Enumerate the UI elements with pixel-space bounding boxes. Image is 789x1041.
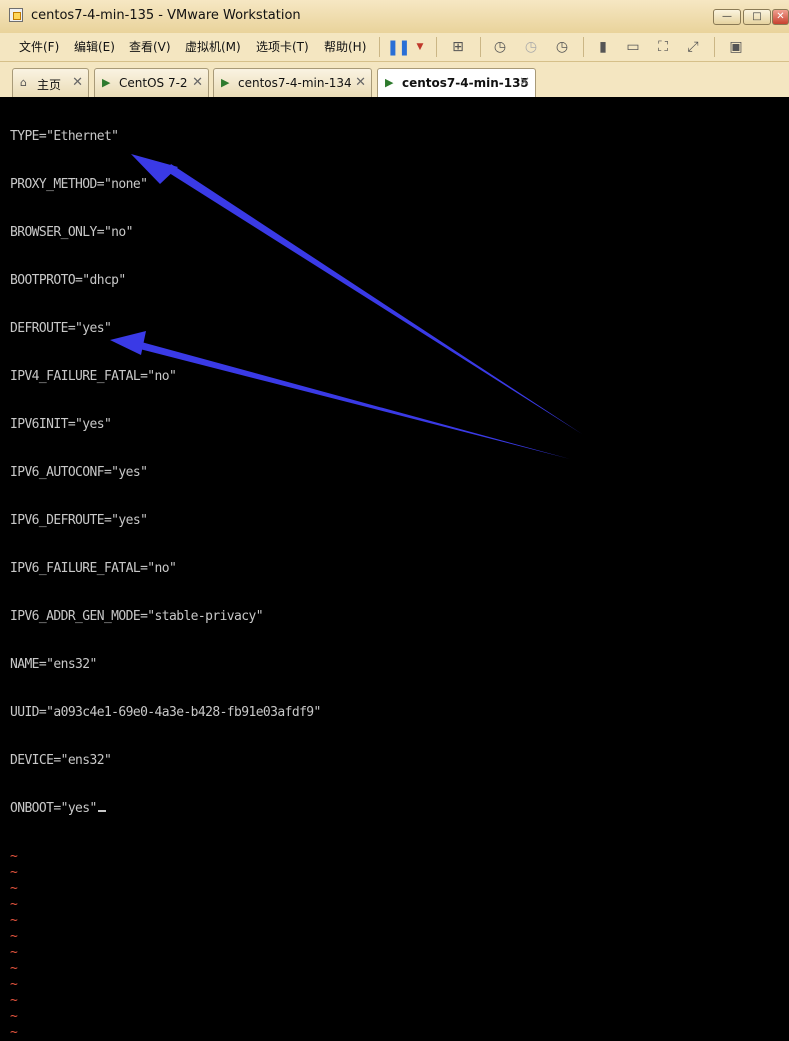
library-icon[interactable]: ▮ — [593, 37, 613, 57]
config-line: TYPE="Ethernet" — [10, 129, 119, 144]
snapshot-icon[interactable]: ◷ — [490, 37, 510, 57]
home-icon: ⌂ — [20, 76, 27, 89]
minimize-button[interactable]: — — [713, 9, 741, 25]
vim-empty-line-tilde: ~ — [10, 1025, 18, 1040]
config-line: PROXY_METHOD="none" — [10, 177, 148, 192]
tab-label: CentOS 7-2 — [119, 76, 188, 90]
config-line: IPV6INIT="yes" — [10, 417, 112, 432]
vim-empty-line-tilde: ~ — [10, 945, 18, 960]
snapshot-manager-icon[interactable]: ◷ — [552, 37, 572, 57]
tab-label: centos7-4-min-134 — [238, 76, 352, 90]
toolbar-separator — [436, 37, 437, 57]
tab-centos7-4-min-135[interactable]: ▶ centos7-4-min-135 ✕ — [377, 68, 536, 98]
tab-close-icon[interactable]: ✕ — [192, 75, 203, 90]
vim-empty-line-tilde: ~ — [10, 961, 18, 976]
vim-empty-line-tilde: ~ — [10, 929, 18, 944]
console-view-icon[interactable]: ▣ — [726, 37, 746, 57]
vm-icon: ▶ — [385, 76, 394, 89]
menu-toolbar: 文件(F) 编辑(E) 查看(V) 虚拟机(M) 选项卡(T) 帮助(H) ❚❚… — [0, 33, 789, 62]
config-line: UUID="a093c4e1-69e0-4a3e-b428-fb91e03afd… — [10, 705, 321, 720]
tab-label: 主页 — [37, 78, 62, 92]
onboot-text: ONBOOT="yes" — [10, 801, 97, 816]
tab-close-icon[interactable]: ✕ — [355, 75, 366, 90]
tab-bar: ⌂ 主页 ✕ ▶ CentOS 7-2 ✕ ▶ centos7-4-min-13… — [0, 62, 789, 98]
title-bar: centos7-4-min-135 - VMware Workstation —… — [0, 0, 789, 34]
config-line: IPV6_ADDR_GEN_MODE="stable-privacy" — [10, 609, 264, 624]
vim-empty-line-tilde: ~ — [10, 865, 18, 880]
close-button[interactable]: ✕ — [772, 9, 789, 25]
send-keys-icon[interactable]: ⊞ — [448, 37, 468, 57]
vim-empty-line-tilde: ~ — [10, 977, 18, 992]
vm-console[interactable]: TYPE="Ethernet" PROXY_METHOD="none" BROW… — [0, 97, 789, 1040]
text-cursor — [97, 810, 106, 812]
vim-empty-line-tilde: ~ — [10, 1009, 18, 1024]
toolbar-separator — [480, 37, 481, 57]
menu-help[interactable]: 帮助(H) — [324, 38, 366, 55]
revert-snapshot-icon[interactable]: ◷ — [521, 37, 541, 57]
toolbar-separator — [714, 37, 715, 57]
menu-vm[interactable]: 虚拟机(M) — [185, 38, 241, 55]
vim-empty-line-tilde: ~ — [10, 913, 18, 928]
tab-centos7-2[interactable]: ▶ CentOS 7-2 ✕ — [94, 68, 209, 97]
config-line: IPV6_FAILURE_FATAL="no" — [10, 561, 177, 576]
config-line: IPV6_AUTOCONF="yes" — [10, 465, 148, 480]
menu-file[interactable]: 文件(F) — [19, 38, 59, 55]
vm-icon: ▶ — [221, 76, 230, 89]
menu-tabs[interactable]: 选项卡(T) — [256, 38, 309, 55]
config-line: IPV6_DEFROUTE="yes" — [10, 513, 148, 528]
dropdown-icon[interactable]: ▼ — [410, 37, 430, 57]
maximize-button[interactable]: □ — [743, 9, 771, 25]
fullscreen-icon[interactable]: ⛶ — [653, 37, 673, 57]
config-line-bootproto: BOOTPROTO="dhcp" — [10, 273, 126, 288]
pause-icon[interactable]: ❚❚ — [386, 37, 410, 57]
vim-empty-line-tilde: ~ — [10, 993, 18, 1008]
vim-empty-line-tilde: ~ — [10, 849, 18, 864]
menu-edit[interactable]: 编辑(E) — [74, 38, 115, 55]
toolbar-separator — [583, 37, 584, 57]
unity-icon[interactable]: ▭ — [623, 37, 643, 57]
config-line: NAME="ens32" — [10, 657, 97, 672]
config-line: DEFROUTE="yes" — [10, 321, 112, 336]
menu-view[interactable]: 查看(V) — [129, 38, 171, 55]
config-line: DEVICE="ens32" — [10, 753, 112, 768]
vmware-app-icon — [9, 8, 23, 22]
config-line: BROWSER_ONLY="no" — [10, 225, 133, 240]
config-line-onboot: ONBOOT="yes" — [10, 801, 321, 817]
tab-close-icon[interactable]: ✕ — [519, 75, 530, 90]
config-line: IPV4_FAILURE_FATAL="no" — [10, 369, 177, 384]
vm-icon: ▶ — [102, 76, 111, 89]
autofit-icon[interactable]: ⤢ — [683, 37, 703, 57]
tab-label: centos7-4-min-135 — [402, 76, 529, 90]
tab-centos7-4-min-134[interactable]: ▶ centos7-4-min-134 ✕ — [213, 68, 372, 97]
vim-empty-line-tilde: ~ — [10, 897, 18, 912]
tab-home[interactable]: ⌂ 主页 ✕ — [12, 68, 89, 97]
toolbar-separator — [379, 37, 380, 57]
window-title: centos7-4-min-135 - VMware Workstation — [31, 8, 301, 23]
tab-close-icon[interactable]: ✕ — [72, 75, 83, 90]
console-text: TYPE="Ethernet" PROXY_METHOD="none" BROW… — [10, 97, 321, 1041]
vim-empty-line-tilde: ~ — [10, 881, 18, 896]
